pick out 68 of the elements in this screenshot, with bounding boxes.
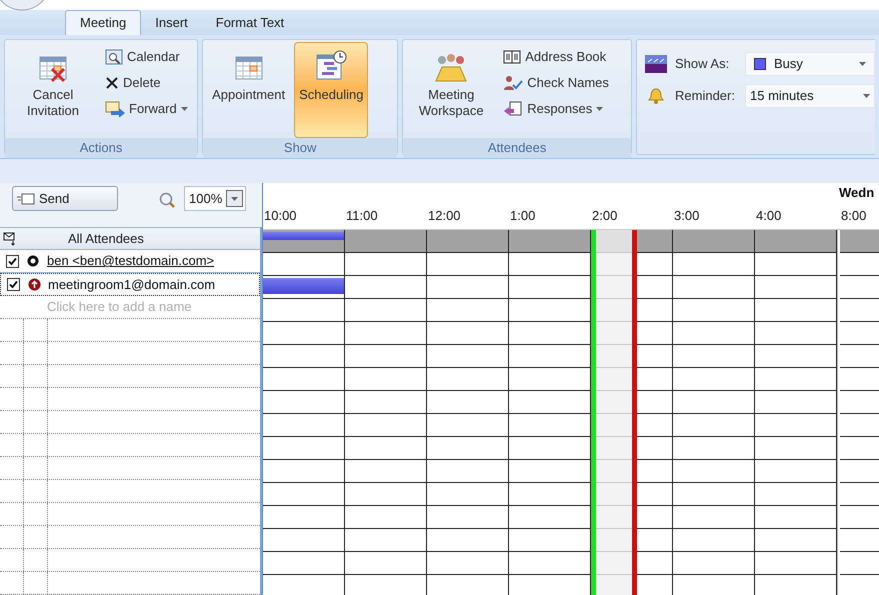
time-label: 12:00 [427, 206, 462, 224]
book-icon [503, 50, 522, 64]
timeslot [840, 368, 879, 390]
ribbon-large-button[interactable]: Cancel Invitation [9, 42, 97, 138]
dropdown-caret-icon [863, 94, 870, 98]
responses-icon [503, 101, 524, 117]
ribbon-tab[interactable]: Insert [141, 10, 202, 35]
group-label: Show [203, 138, 398, 158]
ribbon-small-button[interactable]: Check Names [499, 70, 613, 96]
time-label: 11:00 [345, 206, 379, 224]
all-attendees-header: All Attendees [67, 230, 144, 248]
dropdown-caret-icon [859, 62, 866, 66]
send-icon [17, 192, 35, 204]
group-label: Actions [5, 138, 198, 158]
attendee-name: meetingroom1@domain.com [47, 276, 216, 294]
day-label: Wedn [839, 184, 876, 202]
dropdown-caret-icon [231, 196, 238, 200]
timeslot [840, 390, 879, 414]
timeslot [840, 528, 879, 552]
people-table-icon [434, 53, 468, 83]
timeslot [840, 482, 879, 506]
send-button[interactable]: Send [12, 186, 118, 211]
show-as-icon [645, 55, 668, 73]
ribbon-small-button[interactable]: Responses [499, 96, 613, 122]
timeslot [840, 322, 879, 344]
time-label: 10:00 [263, 206, 298, 224]
calendar-search-icon [105, 49, 123, 65]
organizer-icon [27, 255, 39, 267]
dropdown-caret-icon [180, 107, 188, 111]
envelope-sort-icon [3, 232, 17, 246]
ribbon-large-button[interactable]: Scheduling [294, 42, 368, 138]
timeslot [840, 460, 879, 482]
ribbon-tab[interactable]: Format Text [202, 10, 298, 35]
timeslot [840, 552, 879, 574]
time-label: 1:00 [509, 206, 536, 224]
group-label: Attendees [403, 138, 632, 158]
time-label: 8:00 [840, 206, 868, 224]
time-label: 2:00 [591, 206, 618, 224]
resource-icon [28, 278, 40, 291]
checkbox[interactable] [6, 254, 18, 268]
reminder-dropdown[interactable]: 15 minutes [745, 84, 876, 108]
dropdown-caret-icon [596, 107, 604, 111]
ribbon-large-button[interactable]: Appointment [207, 42, 290, 138]
timeslot [840, 344, 879, 368]
person-check-icon [503, 75, 524, 91]
show-as-dropdown[interactable]: Busy [745, 52, 876, 76]
time-label: 4:00 [755, 206, 782, 224]
ribbon-small-button[interactable]: Delete [101, 70, 192, 96]
timeslot [840, 506, 879, 528]
reminder-label: Reminder: [675, 87, 736, 106]
attendee-name: ben <ben@testdomain.com> [46, 252, 214, 270]
search-icon [158, 191, 176, 209]
checkbox[interactable] [6, 278, 20, 291]
timeslot [840, 436, 879, 460]
ribbon-small-button[interactable]: Calendar [101, 44, 192, 70]
ribbon-small-button[interactable]: Forward [101, 96, 192, 122]
envelope-arrow-icon [105, 101, 125, 117]
attendee-row[interactable]: ben <ben@testdomain.com> [0, 250, 260, 273]
delete-icon [105, 76, 119, 90]
timeslot [840, 298, 879, 322]
zoom-dropdown[interactable]: 100% [184, 186, 246, 211]
timeslot [840, 414, 879, 436]
ribbon-small-button[interactable]: Address Book [499, 44, 613, 70]
ribbon-large-button[interactable]: Meeting Workspace [407, 42, 496, 138]
attendee-row[interactable]: meetingroom1@domain.com [0, 273, 260, 296]
ribbon-tab[interactable]: Meeting [65, 10, 142, 35]
time-label: 3:00 [673, 206, 700, 224]
show-as-label: Show As: [675, 55, 730, 74]
